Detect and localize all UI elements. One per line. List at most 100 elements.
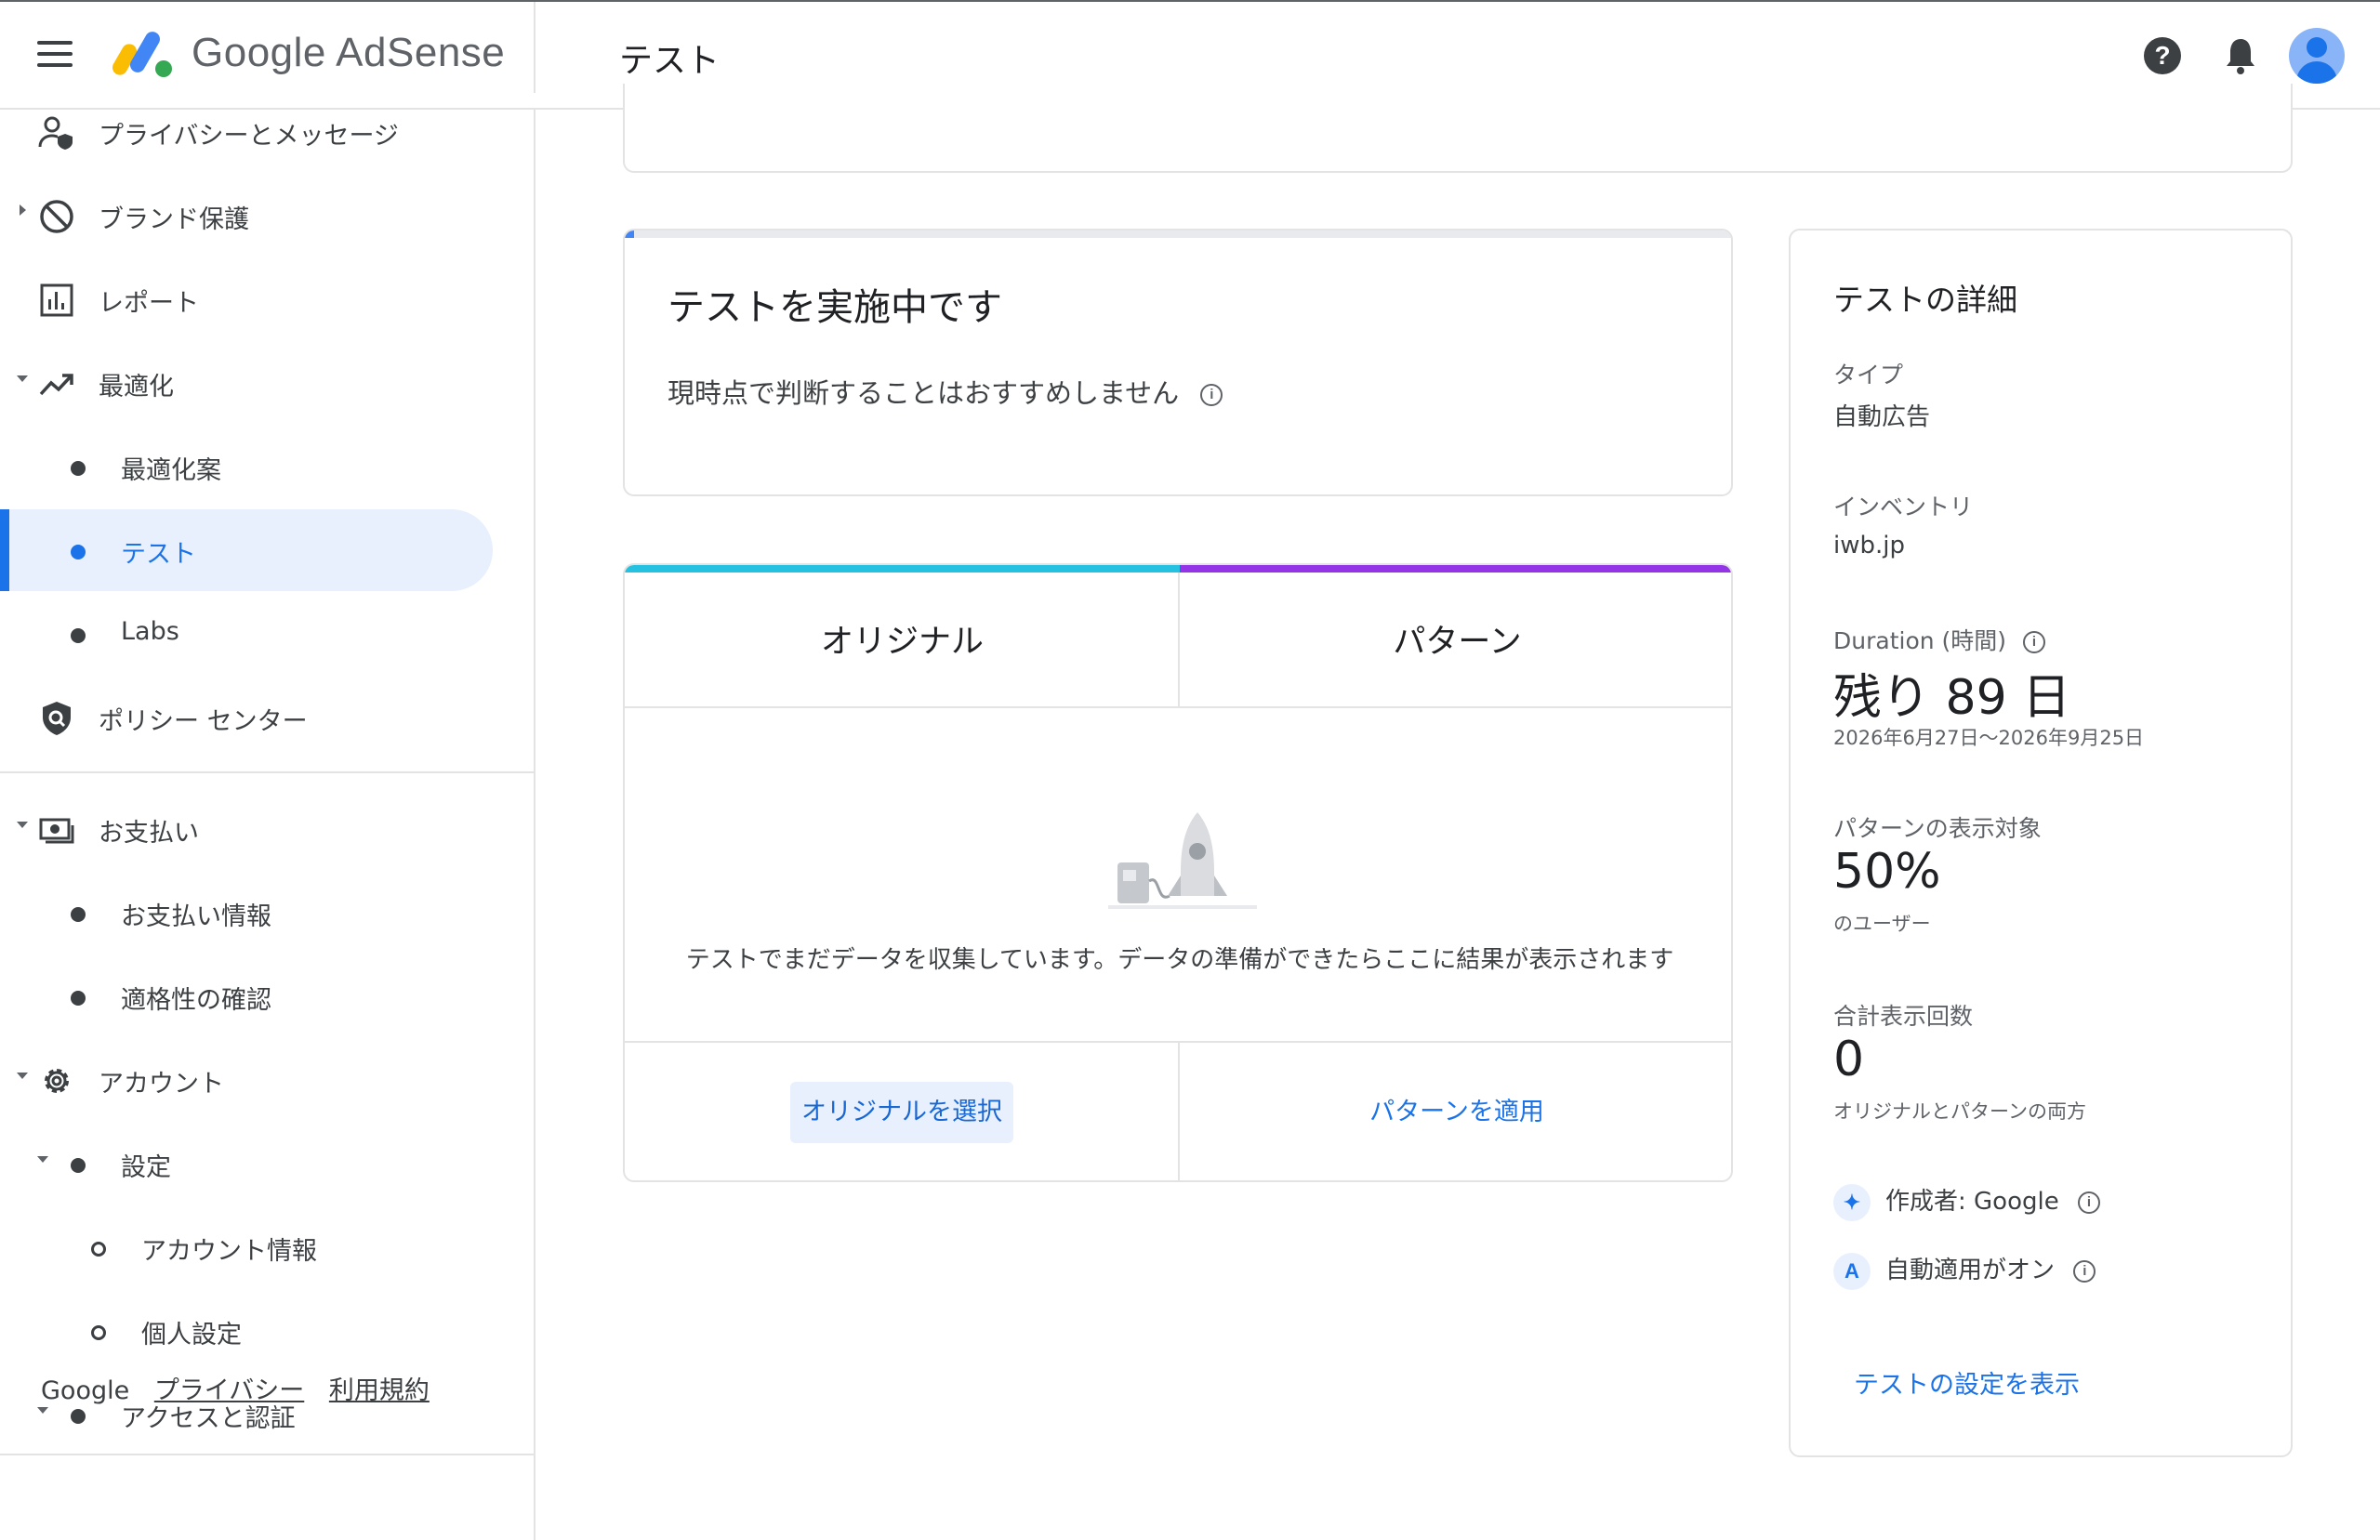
trending-up-icon: [39, 374, 73, 396]
page-title: テスト: [619, 42, 721, 80]
sidebar-item-labs[interactable]: Labs: [0, 593, 536, 675]
status-title: テストを実施中です: [668, 286, 1002, 329]
divider: [0, 1454, 536, 1455]
sidebar-item-label: 設定: [121, 1153, 171, 1182]
sidebar-footer: Google プライバシー 利用規約: [41, 1370, 446, 1406]
test-details-card: テストの詳細 タイプ 自動広告 インベントリ iwb.jp Duration (…: [1789, 229, 2293, 1457]
status-subtitle-text: 現時点で判断することはおすすめしません: [668, 377, 1180, 409]
original-color-bar: [625, 565, 1180, 573]
view-test-settings-link[interactable]: テストの設定を表示: [1854, 1364, 2080, 1401]
person-shield-icon: [38, 116, 73, 150]
info-icon[interactable]: i: [2023, 631, 2045, 653]
collecting-data-message: テストでまだデータを収集しています。データの準備ができたらここに結果が表示されま…: [685, 946, 1674, 974]
divider: [1178, 1043, 1180, 1180]
auto-apply-icon: A: [1833, 1252, 1871, 1290]
sidebar-item-account[interactable]: アカウント: [0, 1039, 536, 1121]
variation-column-header: パターン: [1393, 624, 1522, 661]
inventory-value: iwb.jp: [1833, 532, 1905, 559]
menu-icon[interactable]: [37, 41, 73, 69]
divider: [0, 771, 536, 773]
divider: [534, 2, 536, 93]
sidebar-item-privacy-messages[interactable]: プライバシーとメッセージ: [0, 91, 536, 173]
magic-wand-icon: ✦: [1833, 1183, 1871, 1221]
sidebar-item-personal-settings[interactable]: 個人設定: [0, 1290, 536, 1372]
apply-variation-button[interactable]: パターンを適用: [1345, 1082, 1568, 1143]
divider: [625, 706, 1731, 708]
chevron-down-icon: [17, 822, 28, 828]
impressions-label: 合計表示回数: [1833, 1003, 1974, 1030]
select-original-button[interactable]: オリジナルを選択: [790, 1082, 1013, 1143]
sidebar-item-payments[interactable]: お支払い: [0, 788, 536, 870]
sidebar-item-label: テスト: [121, 540, 196, 569]
notifications-bell-icon[interactable]: [2222, 35, 2259, 76]
auto-apply-text: 自動適用がオン: [1885, 1257, 2056, 1284]
sidebar-item-policy-center[interactable]: ポリシー センター: [0, 677, 536, 758]
payments-icon: [39, 818, 74, 844]
chevron-down-icon: [37, 1407, 48, 1414]
sidebar-item-label: プライバシーとメッセージ: [99, 122, 399, 151]
info-icon[interactable]: i: [1200, 384, 1223, 406]
bullet-icon: [71, 991, 86, 1006]
sidebar-item-settings[interactable]: 設定: [0, 1123, 536, 1204]
duration-range: 2026年6月27日〜2026年9月25日: [1833, 727, 2145, 749]
sidebar-item-label: ポリシー センター: [99, 707, 308, 736]
status-progress-bar: [625, 230, 1731, 238]
gear-icon: [45, 1069, 69, 1093]
duration-label-row: Duration (時間) i: [1833, 623, 2045, 656]
comparison-card: オリジナル パターン テストでまだデータを収集しています。データの準備ができたら…: [623, 563, 1733, 1182]
inventory-label: インベントリ: [1833, 494, 1974, 520]
block-icon: [40, 200, 73, 233]
sidebar-item-payment-info[interactable]: お支払い情報: [0, 872, 536, 954]
divider: [1178, 573, 1180, 708]
info-icon[interactable]: i: [2073, 1259, 2096, 1283]
bar-chart-icon: [40, 283, 73, 317]
chevron-down-icon: [37, 1156, 48, 1163]
details-title: テストの詳細: [1833, 282, 2017, 318]
help-icon[interactable]: ?: [2144, 37, 2181, 74]
audience-unit: のユーザー: [1833, 913, 1931, 935]
previous-card: [623, 84, 2293, 173]
active-indicator: [0, 509, 9, 591]
sidebar-item-label: 最適化: [99, 373, 174, 401]
sidebar-item-label: 個人設定: [141, 1321, 242, 1349]
sidebar-item-eligibility[interactable]: 適格性の確認: [0, 955, 536, 1037]
type-label: タイプ: [1833, 362, 1904, 388]
bullet-icon: [71, 461, 86, 476]
account-avatar[interactable]: [2289, 28, 2345, 84]
duration-value: 残り 89 日: [1833, 670, 2071, 726]
info-icon[interactable]: i: [2077, 1191, 2100, 1214]
chevron-down-icon: [17, 375, 28, 382]
sidebar-item-label: お支払い情報: [121, 902, 271, 931]
auto-apply-row: A 自動適用がオン i: [1833, 1251, 2096, 1290]
adsense-logo-icon: [112, 32, 172, 77]
sidebar-item-reports[interactable]: レポート: [0, 258, 536, 340]
footer-google: Google: [41, 1376, 130, 1405]
bullet-outline-icon: [91, 1325, 106, 1340]
audience-label: パターンの表示対象: [1833, 815, 2042, 842]
original-column-header: オリジナル: [820, 624, 984, 661]
variation-color-bar: [1180, 565, 1731, 573]
policy-shield-icon: [43, 702, 71, 735]
impressions-note: オリジナルとパターンの両方: [1833, 1100, 2086, 1123]
chevron-down-icon: [17, 1073, 28, 1079]
bullet-icon: [71, 1158, 86, 1173]
sidebar-item-brand-protection[interactable]: ブランド保護: [0, 175, 536, 257]
footer-terms-link[interactable]: 利用規約: [329, 1376, 430, 1405]
sidebar-item-label: アカウント: [99, 1070, 224, 1099]
sidebar-item-label: Labs: [121, 617, 179, 646]
brand-name: Google AdSense: [192, 30, 506, 75]
bullet-icon: [71, 628, 86, 643]
sidebar-item-label: 適格性の確認: [121, 986, 271, 1015]
sidebar-item-optimize[interactable]: 最適化: [0, 342, 536, 424]
sidebar-item-label: アカウント情報: [141, 1237, 317, 1266]
sidebar-item-optimization-suggestions[interactable]: 最適化案: [0, 426, 536, 507]
status-subtitle: 現時点で判断することはおすすめしません i: [668, 372, 1223, 411]
sidebar-item-account-info[interactable]: アカウント情報: [0, 1206, 536, 1288]
bullet-icon: [71, 545, 86, 559]
footer-privacy-link[interactable]: プライバシー: [154, 1376, 304, 1405]
sidebar-item-test[interactable]: テスト: [0, 509, 536, 591]
duration-label: Duration (時間): [1833, 627, 2007, 654]
bullet-outline-icon: [91, 1242, 106, 1257]
sidebar-item-label: お支払い: [99, 819, 199, 848]
created-by-text: 作成者: Google: [1885, 1188, 2059, 1216]
